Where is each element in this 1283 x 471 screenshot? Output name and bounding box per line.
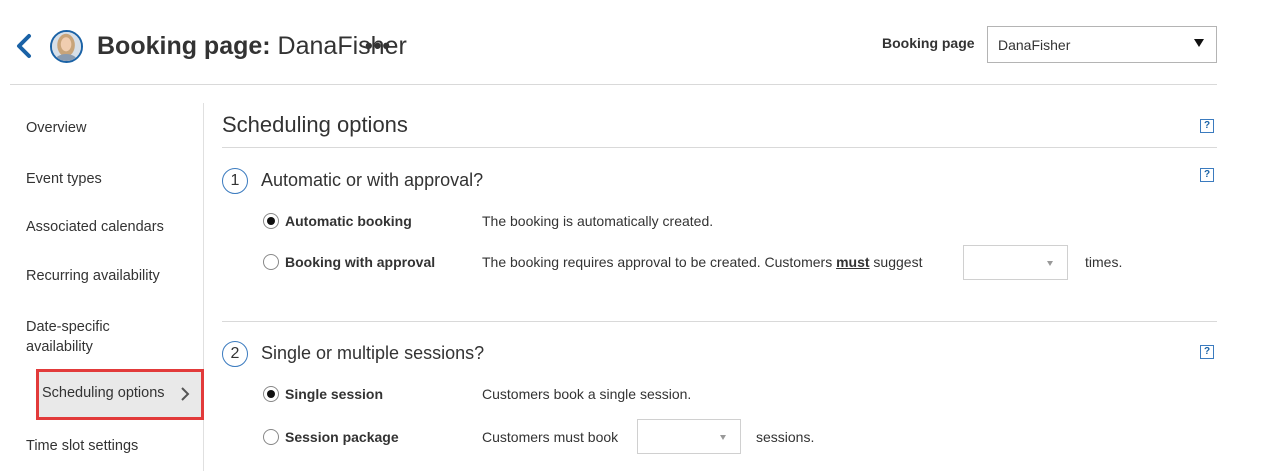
approval-description-tail: suggest bbox=[869, 254, 923, 270]
approval-description-emphasis: must bbox=[836, 254, 870, 270]
session-count-suffix: sessions. bbox=[756, 429, 815, 445]
header: Booking page: DanaFisher ••• Booking pag… bbox=[0, 0, 1283, 84]
page-title-prefix: Booking page: bbox=[97, 32, 271, 60]
chevron-down-icon bbox=[1047, 261, 1053, 266]
session-package-label[interactable]: Session package bbox=[285, 429, 399, 445]
automatic-booking-description: The booking is automatically created. bbox=[482, 213, 714, 229]
section-divider bbox=[222, 147, 1217, 148]
booking-page-label: Booking page bbox=[882, 35, 975, 51]
section-title: Scheduling options bbox=[222, 112, 408, 137]
sidebar-item-associated-calendars[interactable]: Associated calendars bbox=[26, 217, 164, 237]
step-number-1: 1 bbox=[222, 168, 248, 194]
sidebar-item-recurring-availability[interactable]: Recurring availability bbox=[26, 266, 160, 286]
page-title: Booking page: DanaFisher bbox=[97, 30, 407, 62]
automatic-booking-label[interactable]: Automatic booking bbox=[285, 213, 412, 229]
booking-page-select[interactable]: DanaFisher bbox=[987, 26, 1217, 63]
automatic-booking-radio[interactable] bbox=[263, 213, 279, 229]
chevron-right-icon bbox=[181, 387, 190, 401]
single-session-radio[interactable] bbox=[263, 386, 279, 402]
booking-with-approval-label[interactable]: Booking with approval bbox=[285, 254, 435, 270]
back-arrow-icon[interactable] bbox=[14, 33, 34, 59]
single-session-description: Customers book a single session. bbox=[482, 386, 692, 402]
session-package-description: Customers must book bbox=[482, 429, 619, 445]
help-icon[interactable]: ? bbox=[1200, 168, 1214, 182]
sidebar-divider bbox=[203, 103, 204, 471]
help-icon[interactable]: ? bbox=[1200, 345, 1214, 359]
approval-description-text: The booking requires approval to be crea… bbox=[482, 254, 837, 270]
more-options-icon[interactable]: ••• bbox=[365, 30, 391, 62]
question-title-sessions: Single or multiple sessions? bbox=[261, 343, 485, 363]
question-title-approval: Automatic or with approval? bbox=[261, 170, 484, 190]
session-package-radio[interactable] bbox=[263, 429, 279, 445]
sidebar-item-date-specific-availability[interactable]: Date-specific availability bbox=[26, 317, 110, 357]
sidebar-item-time-slot-settings[interactable]: Time slot settings bbox=[26, 436, 138, 456]
booking-with-approval-description: The booking requires approval to be crea… bbox=[482, 254, 922, 270]
sidebar-item-event-types[interactable]: Event types bbox=[26, 169, 102, 189]
section-divider bbox=[222, 321, 1217, 322]
sidebar-item-label: Scheduling options bbox=[42, 385, 165, 401]
help-icon[interactable]: ? bbox=[1200, 119, 1214, 133]
booking-page-select-value: DanaFisher bbox=[998, 37, 1071, 53]
avatar bbox=[50, 30, 83, 63]
chevron-down-icon bbox=[720, 435, 726, 440]
session-count-select[interactable] bbox=[637, 419, 741, 454]
suggested-times-select[interactable] bbox=[963, 245, 1068, 280]
step-number-2: 2 bbox=[222, 341, 248, 367]
sidebar-item-scheduling-options[interactable]: Scheduling options bbox=[36, 369, 204, 420]
chevron-down-icon bbox=[1194, 39, 1204, 47]
single-session-label[interactable]: Single session bbox=[285, 386, 383, 402]
booking-with-approval-radio[interactable] bbox=[263, 254, 279, 270]
sidebar-item-overview[interactable]: Overview bbox=[26, 118, 86, 138]
suggested-times-suffix: times. bbox=[1085, 254, 1123, 270]
